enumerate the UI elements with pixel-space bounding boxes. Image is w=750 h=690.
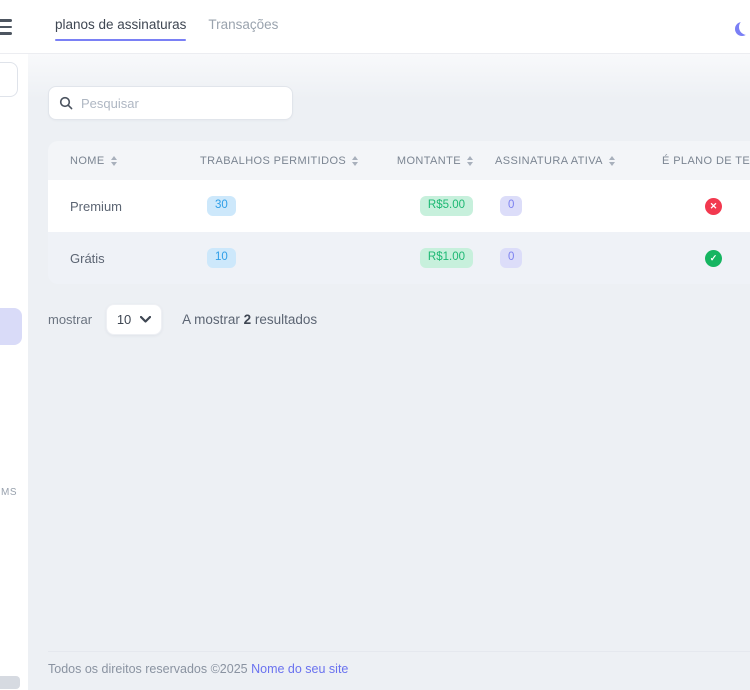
- dark-mode-moon-icon[interactable]: [739, 19, 750, 35]
- app-header: planos de assinaturas Transações: [0, 0, 750, 54]
- chevron-down-icon: [140, 316, 151, 323]
- tab-transactions[interactable]: Transações: [208, 17, 278, 41]
- amount-badge: R$5.00: [420, 196, 473, 215]
- sort-icon: [467, 156, 473, 166]
- column-header-name[interactable]: NOME: [48, 155, 200, 167]
- tab-label: Transações: [208, 17, 278, 32]
- tab-label: planos de assinaturas: [55, 17, 186, 32]
- sidebar: MS: [0, 54, 28, 690]
- plan-name: Grátis: [48, 251, 200, 266]
- sidebar-active-menu-item[interactable]: [0, 308, 22, 345]
- allowed-jobs-badge: 30: [207, 196, 236, 215]
- column-header-amount[interactable]: MONTANTE: [403, 155, 495, 167]
- show-label: mostrar: [48, 312, 92, 327]
- pagination-bar: mostrar 10 A mostrar 2 resultados: [48, 302, 317, 336]
- page-size-value: 10: [117, 312, 131, 327]
- column-header-is-test-plan[interactable]: É PLANO DE TESTE: [662, 155, 750, 167]
- menu-toggle-icon[interactable]: [0, 19, 12, 35]
- column-header-active-subscription[interactable]: ASSINATURA ATIVA: [495, 155, 662, 167]
- search-icon: [59, 96, 73, 110]
- search-box: [48, 86, 293, 120]
- results-count: 2: [244, 312, 252, 327]
- search-input[interactable]: [81, 96, 282, 111]
- table-row: Grátis 10 R$1.00 0 ✓: [48, 232, 750, 284]
- plan-name: Premium: [48, 199, 200, 214]
- amount-badge: R$1.00: [420, 248, 473, 267]
- sidebar-item-label: MS: [1, 487, 17, 498]
- allowed-jobs-badge: 10: [207, 248, 236, 267]
- site-name-link[interactable]: Nome do seu site: [251, 662, 348, 676]
- table-row: Premium 30 R$5.00 0 ✕: [48, 180, 750, 232]
- footer: Todos os direitos reservados ©2025 Nome …: [48, 662, 348, 676]
- tab-subscription-plans[interactable]: planos de assinaturas: [55, 17, 186, 41]
- sort-icon: [609, 156, 615, 166]
- results-summary: A mostrar 2 resultados: [182, 312, 317, 327]
- page-size-select[interactable]: 10: [106, 304, 162, 335]
- copyright-text: Todos os direitos reservados ©2025: [48, 662, 248, 676]
- table-header-row: NOME TRABALHOS PERMITIDOS MONTANTE ASSIN…: [48, 141, 750, 180]
- top-tabs: planos de assinaturas Transações: [55, 17, 278, 41]
- column-header-allowed-jobs[interactable]: TRABALHOS PERMITIDOS: [200, 155, 403, 167]
- sort-icon: [352, 156, 358, 166]
- active-tab-underline: [55, 39, 186, 41]
- plans-table: NOME TRABALHOS PERMITIDOS MONTANTE ASSIN…: [48, 141, 750, 284]
- x-circle-icon: ✕: [705, 198, 722, 215]
- sidebar-search-input[interactable]: [0, 62, 18, 97]
- footer-divider: [48, 651, 750, 652]
- active-subscriptions-badge: 0: [500, 248, 522, 267]
- check-circle-icon: ✓: [705, 250, 722, 267]
- sort-icon: [111, 156, 117, 166]
- active-subscriptions-badge: 0: [500, 196, 522, 215]
- sidebar-bottom-element[interactable]: [0, 676, 20, 689]
